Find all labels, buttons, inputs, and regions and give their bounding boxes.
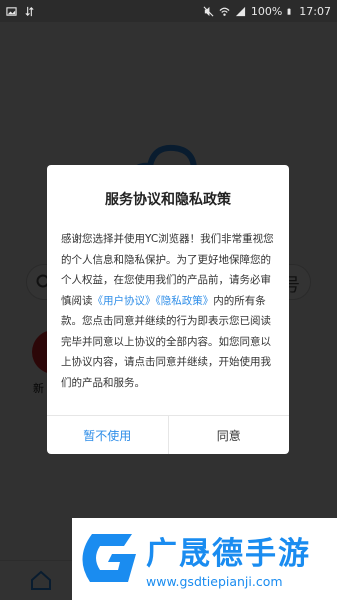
dialog-body-text-2: 内的所有条款。您点击同意并继续的行为即表示您已阅读完毕并同意以上协议的全部内容。… (61, 294, 271, 389)
privacy-policy-link[interactable]: 《隐私政策》 (156, 295, 214, 307)
battery-percent: 100% (250, 4, 283, 18)
transfer-arrows-icon (25, 6, 34, 16)
battery-icon (287, 7, 291, 15)
status-bar: 100% 17:07 (0, 0, 337, 22)
accept-button[interactable]: 同意 (169, 416, 290, 454)
signal-icon (235, 6, 245, 16)
mute-icon (203, 6, 214, 16)
watermark: 广晟德手游 www.gsdtiepianji.com (72, 518, 337, 600)
dialog-actions: 暂不使用 同意 (47, 415, 289, 454)
wifi-icon (219, 7, 230, 16)
dialog-body: 感谢您选择并使用YC浏览器！我们非常重视您的个人信息和隐私保护。为了更好地保障您… (61, 229, 277, 393)
user-agreement-link[interactable]: 《用户协议》 (93, 295, 156, 307)
clock: 17:07 (299, 4, 331, 18)
decline-button[interactable]: 暂不使用 (47, 416, 169, 454)
watermark-logo-icon (82, 534, 136, 582)
privacy-dialog: 服务协议和隐私政策 感谢您选择并使用YC浏览器！我们非常重视您的个人信息和隐私保… (47, 165, 289, 454)
watermark-title: 广晟德手游 (146, 536, 311, 572)
image-icon (6, 6, 17, 16)
dialog-title: 服务协议和隐私政策 (105, 192, 231, 208)
watermark-url: www.gsdtiepianji.com (146, 574, 283, 589)
